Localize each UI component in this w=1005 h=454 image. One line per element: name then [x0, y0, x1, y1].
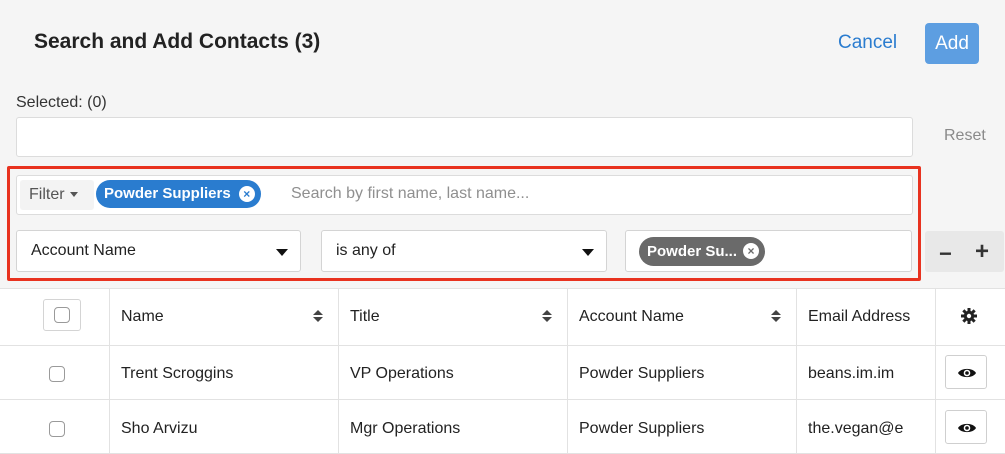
row-checkbox[interactable] — [49, 421, 65, 437]
row-name[interactable]: Trent Scroggins — [121, 365, 233, 383]
row-email[interactable]: the.vegan@e — [808, 420, 933, 438]
cancel-button[interactable]: Cancel — [838, 32, 897, 54]
eye-icon — [958, 368, 976, 378]
operator-select-value: is any of — [336, 242, 396, 259]
checkbox-icon — [54, 307, 70, 323]
column-header-account[interactable]: Account Name — [579, 308, 684, 326]
selected-items-field[interactable] — [16, 117, 913, 157]
filter-value-label: Powder Su... — [647, 243, 738, 260]
row-checkbox[interactable] — [49, 366, 65, 382]
selected-count-label: Selected: (0) — [16, 94, 107, 111]
active-filter-pill[interactable]: Powder Suppliers × — [96, 180, 261, 208]
close-icon[interactable]: × — [238, 186, 255, 202]
operator-select[interactable]: is any of — [321, 230, 607, 272]
select-all-checkbox[interactable] — [43, 299, 81, 331]
sort-icon[interactable] — [771, 310, 781, 324]
caret-down-icon — [69, 192, 78, 198]
preview-button[interactable] — [945, 410, 987, 444]
sort-icon[interactable] — [313, 310, 323, 324]
gear-icon[interactable] — [960, 307, 978, 325]
active-filter-label: Powder Suppliers — [104, 185, 231, 202]
row-account[interactable]: Powder Suppliers — [579, 420, 704, 438]
sort-icon[interactable] — [542, 310, 552, 324]
reset-button[interactable]: Reset — [944, 127, 986, 145]
dialog-title: Search and Add Contacts (3) — [34, 30, 321, 53]
row-name[interactable]: Sho Arvizu — [121, 420, 197, 438]
field-select[interactable]: Account Name — [16, 230, 301, 272]
close-icon[interactable]: × — [743, 243, 760, 259]
filter-value-pill[interactable]: Powder Su... × — [639, 237, 766, 266]
chevron-down-icon — [582, 249, 594, 256]
preview-button[interactable] — [945, 355, 987, 389]
filter-label: Filter — [29, 186, 65, 203]
row-controls — [925, 231, 1004, 272]
row-title: Mgr Operations — [350, 420, 461, 437]
add-row-button[interactable]: + — [975, 238, 989, 266]
filter-dropdown-button[interactable]: Filter — [20, 180, 94, 210]
column-header-title[interactable]: Title — [350, 308, 380, 326]
search-input[interactable]: Search by first name, last name... — [291, 185, 529, 203]
column-header-email[interactable]: Email Address — [808, 308, 933, 326]
column-header-name[interactable]: Name — [121, 308, 164, 326]
field-select-value: Account Name — [31, 242, 136, 259]
row-title: VP Operations — [350, 365, 454, 382]
add-button[interactable]: Add — [925, 23, 979, 64]
chevron-down-icon — [276, 249, 288, 256]
row-email[interactable]: beans.im.im — [808, 365, 933, 383]
row-account[interactable]: Powder Suppliers — [579, 365, 704, 383]
remove-row-button[interactable]: − — [939, 241, 952, 267]
eye-icon — [958, 423, 976, 433]
